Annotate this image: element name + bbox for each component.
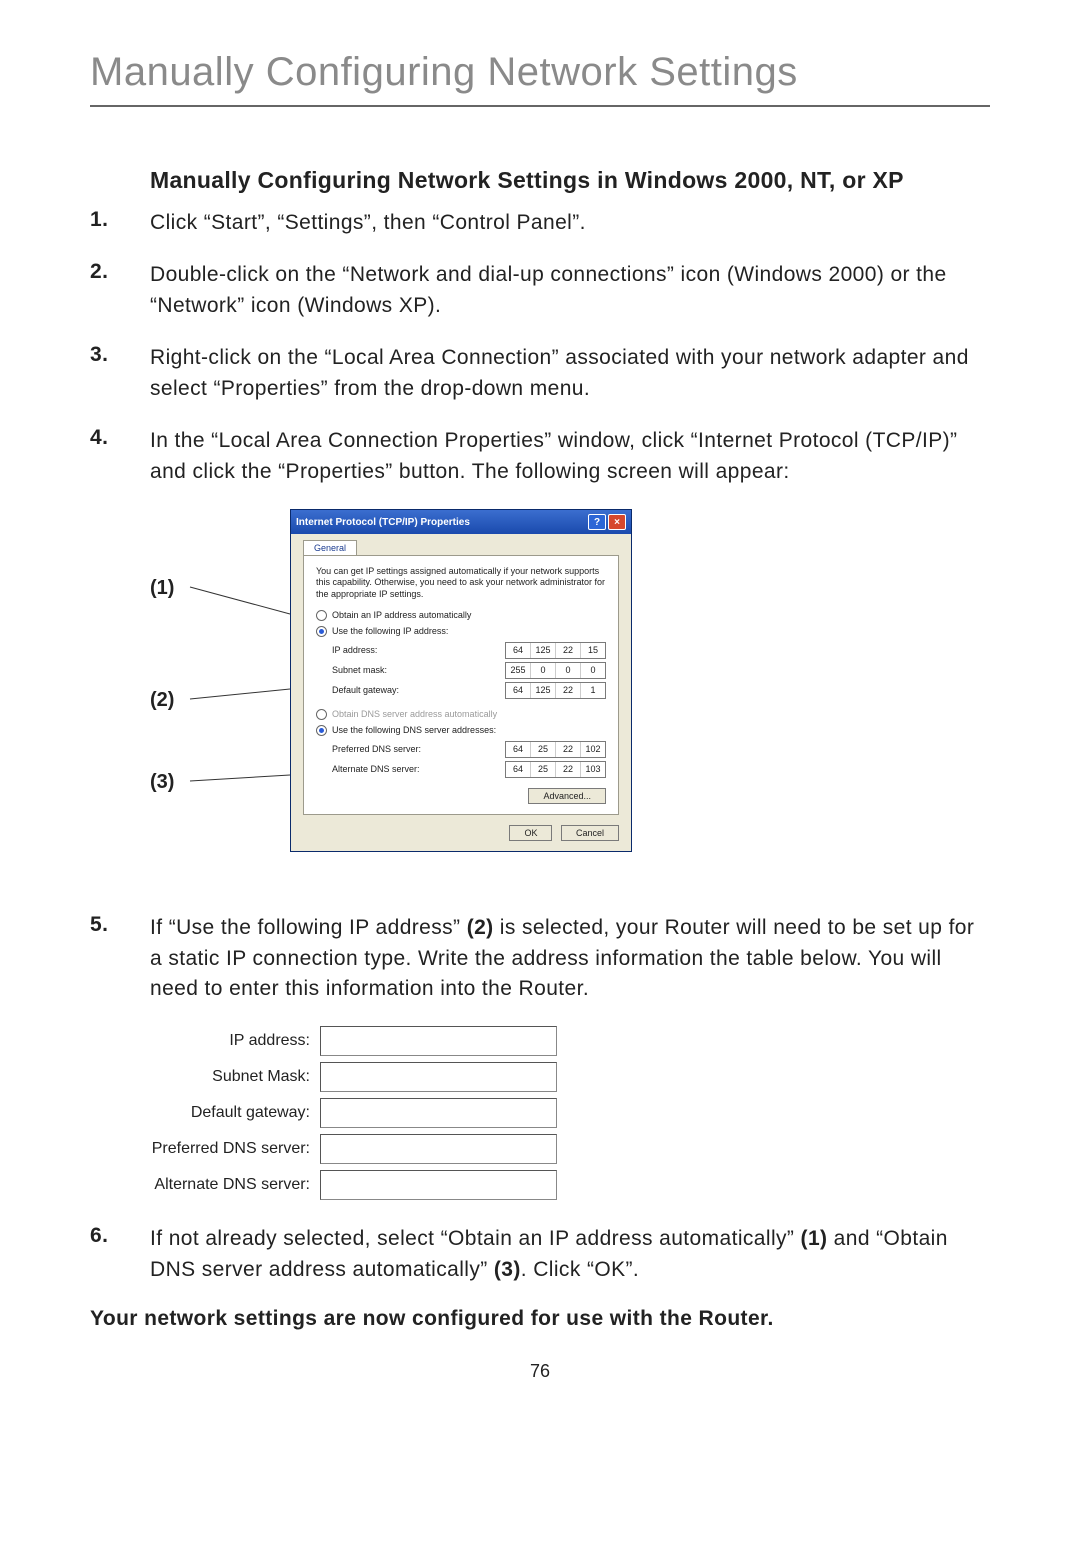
step-5: 5. If “Use the following IP address” (2)… — [90, 913, 990, 1004]
dialog-body: General You can get IP settings assigned… — [291, 534, 631, 851]
radio-label: Use the following IP address: — [332, 626, 448, 636]
radio-icon — [316, 610, 327, 621]
help-icon[interactable]: ? — [588, 514, 606, 530]
blank-cell — [320, 1170, 557, 1200]
advanced-button[interactable]: Advanced... — [528, 788, 606, 804]
table-row: IP address: — [90, 1026, 990, 1056]
radio-icon — [316, 626, 327, 637]
step-text: Click “Start”, “Settings”, then “Control… — [150, 208, 990, 238]
dialog-info-text: You can get IP settings assigned automat… — [316, 566, 606, 600]
radio-label: Obtain an IP address automatically — [332, 610, 471, 620]
field-default-gateway: Default gateway: 64 125 22 1 — [332, 682, 606, 699]
row-label: Subnet Mask: — [90, 1068, 320, 1086]
page-title: Manually Configuring Network Settings — [90, 50, 990, 95]
step-number: 3. — [90, 343, 150, 404]
field-label: Alternate DNS server: — [332, 764, 505, 774]
field-label: Default gateway: — [332, 685, 505, 695]
close-icon[interactable]: × — [608, 514, 626, 530]
tcpip-properties-dialog: Internet Protocol (TCP/IP) Properties ? … — [290, 509, 632, 852]
field-subnet-mask: Subnet mask: 255 0 0 0 — [332, 662, 606, 679]
ip-input[interactable]: 64 25 22 102 — [505, 741, 606, 758]
callout-ref: (1) — [801, 1227, 828, 1250]
callout-2: (2) — [150, 689, 174, 712]
row-label: Default gateway: — [90, 1104, 320, 1122]
field-label: Preferred DNS server: — [332, 744, 505, 754]
advanced-row: Advanced... — [316, 788, 606, 804]
steps-list-cont: 5. If “Use the following IP address” (2)… — [90, 913, 990, 1004]
blank-cell — [320, 1134, 557, 1164]
step-2: 2. Double-click on the “Network and dial… — [90, 260, 990, 321]
radio-icon — [316, 709, 327, 720]
document-page: Manually Configuring Network Settings Ma… — [0, 0, 1080, 1442]
step-number: 2. — [90, 260, 150, 321]
step-1: 1. Click “Start”, “Settings”, then “Cont… — [90, 208, 990, 238]
callout-3: (3) — [150, 771, 174, 794]
step-text: Right-click on the “Local Area Connectio… — [150, 343, 990, 404]
field-ip-address: IP address: 64 125 22 15 — [332, 642, 606, 659]
step-text: In the “Local Area Connection Properties… — [150, 426, 990, 487]
horizontal-rule — [90, 105, 990, 107]
section-title: Manually Configuring Network Settings in… — [150, 167, 990, 194]
cancel-button[interactable]: Cancel — [561, 825, 619, 841]
closing-text: Your network settings are now configured… — [90, 1307, 990, 1331]
step-number: 5. — [90, 913, 150, 1004]
blank-cell — [320, 1098, 557, 1128]
dialog-buttons: OK Cancel — [303, 825, 619, 841]
steps-list: 1. Click “Start”, “Settings”, then “Cont… — [90, 208, 990, 487]
row-label: Alternate DNS server: — [90, 1176, 320, 1194]
callout-lines-icon — [190, 509, 290, 889]
step-4: 4. In the “Local Area Connection Propert… — [90, 426, 990, 487]
field-alternate-dns: Alternate DNS server: 64 25 22 103 — [332, 761, 606, 778]
step-text: Double-click on the “Network and dial-up… — [150, 260, 990, 321]
field-label: Subnet mask: — [332, 665, 505, 675]
page-number: 76 — [90, 1361, 990, 1382]
dns-group: Obtain DNS server address automatically … — [316, 709, 606, 778]
step-number: 6. — [90, 1224, 150, 1285]
tab-general[interactable]: General — [303, 540, 357, 555]
dialog-titlebar: Internet Protocol (TCP/IP) Properties ? … — [291, 510, 631, 534]
radio-label: Use the following DNS server addresses: — [332, 725, 496, 735]
callout-1: (1) — [150, 577, 174, 600]
table-row: Preferred DNS server: — [90, 1134, 990, 1164]
table-row: Subnet Mask: — [90, 1062, 990, 1092]
row-label: IP address: — [90, 1032, 320, 1050]
radio-use-ip[interactable]: Use the following IP address: — [316, 626, 606, 637]
blank-cell — [320, 1062, 557, 1092]
table-row: Default gateway: — [90, 1098, 990, 1128]
blank-entry-table: IP address: Subnet Mask: Default gateway… — [90, 1026, 990, 1200]
ok-button[interactable]: OK — [509, 825, 552, 841]
steps-list-cont2: 6. If not already selected, select “Obta… — [90, 1224, 990, 1285]
step-text: If “Use the following IP address” (2) is… — [150, 913, 990, 1004]
field-label: IP address: — [332, 645, 505, 655]
step-number: 1. — [90, 208, 150, 238]
ip-input[interactable]: 64 125 22 15 — [505, 642, 606, 659]
callout-ref: (2) — [467, 916, 494, 939]
step-3: 3. Right-click on the “Local Area Connec… — [90, 343, 990, 404]
ip-input[interactable]: 255 0 0 0 — [505, 662, 606, 679]
radio-icon — [316, 725, 327, 736]
field-preferred-dns: Preferred DNS server: 64 25 22 102 — [332, 741, 606, 758]
step-text: If not already selected, select “Obtain … — [150, 1224, 990, 1285]
table-row: Alternate DNS server: — [90, 1170, 990, 1200]
ip-input[interactable]: 64 25 22 103 — [505, 761, 606, 778]
radio-obtain-ip[interactable]: Obtain an IP address automatically — [316, 610, 606, 621]
dialog-title: Internet Protocol (TCP/IP) Properties — [296, 517, 586, 528]
blank-cell — [320, 1026, 557, 1056]
radio-use-dns[interactable]: Use the following DNS server addresses: — [316, 725, 606, 736]
step-number: 4. — [90, 426, 150, 487]
step-6: 6. If not already selected, select “Obta… — [90, 1224, 990, 1285]
radio-obtain-dns: Obtain DNS server address automatically — [316, 709, 606, 720]
radio-label: Obtain DNS server address automatically — [332, 709, 497, 719]
row-label: Preferred DNS server: — [90, 1140, 320, 1158]
callout-ref: (3) — [494, 1258, 521, 1281]
ip-input[interactable]: 64 125 22 1 — [505, 682, 606, 699]
dialog-panel: You can get IP settings assigned automat… — [303, 555, 619, 815]
dialog-figure: (1) (2) (3) Internet Protocol (TCP/IP) P… — [150, 509, 990, 889]
callout-column: (1) (2) (3) — [150, 509, 290, 889]
